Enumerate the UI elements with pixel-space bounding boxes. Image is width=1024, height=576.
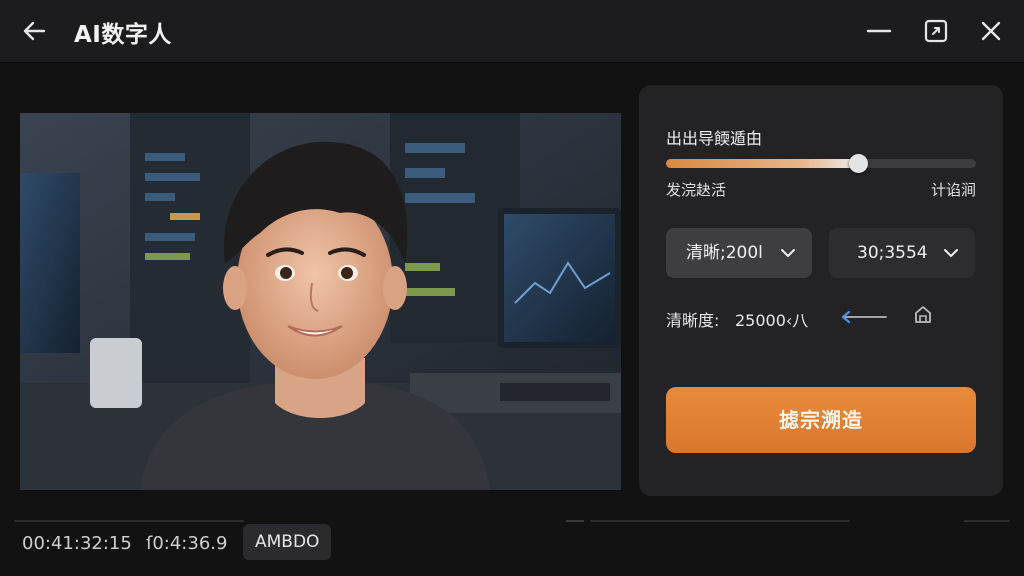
timeline-bar: 00:41:32:15 ſ0:4:36.9 AMBDO: [0, 500, 1024, 576]
bitrate-value: 25000‹八: [735, 311, 809, 330]
timeline-track-right[interactable]: [590, 520, 850, 522]
timeline-track-end: [964, 520, 1010, 522]
resolution-dropdown[interactable]: 清晰;200l: [666, 228, 812, 278]
export-icon[interactable]: [912, 304, 934, 326]
fps-dropdown-value: 30;3554: [857, 243, 928, 263]
audio-tag[interactable]: AMBDO: [243, 524, 332, 560]
chevron-down-icon: [944, 249, 958, 257]
slider-label: 出出导餪遁甶: [666, 129, 763, 148]
bitrate-label: 清晰度:: [666, 311, 720, 330]
timeline-track[interactable]: [14, 520, 244, 522]
quality-slider[interactable]: [666, 154, 976, 173]
resolution-dropdown-value: 清晰;200l: [686, 243, 763, 263]
avatar-preview[interactable]: [20, 113, 621, 490]
fps-dropdown[interactable]: 30;3554: [829, 228, 975, 278]
settings-panel: 出出导餪遁甶 发浣赽活 计谄涧 清晰;200l 30;3554 清晰度: 250…: [639, 85, 1003, 496]
slider-thumb[interactable]: [849, 154, 869, 173]
chevron-down-icon: [781, 249, 795, 257]
generate-button[interactable]: 摅宗溯造: [666, 387, 976, 453]
app-title: AI数字人: [74, 22, 172, 48]
back-arrow-icon[interactable]: [20, 16, 50, 46]
avatar-preview-image: [20, 113, 621, 490]
minimize-icon[interactable]: [864, 16, 894, 46]
current-time: 00:41:32:15: [22, 533, 132, 554]
slider-max-label: 计谄涧: [930, 181, 976, 199]
app-window: AI数字人 出出导餪遁甶 发浣赽活 计谄涧 清晰;200l 30;3554 清晰…: [0, 0, 1024, 576]
title-bar: AI数字人: [0, 0, 1024, 63]
timeline-marker: [566, 520, 584, 522]
close-icon[interactable]: [976, 16, 1006, 46]
slider-fill: [666, 159, 859, 168]
arrow-left-icon[interactable]: [839, 308, 889, 326]
slider-min-label: 发浣赽活: [666, 181, 727, 199]
total-time: ſ0:4:36.9: [146, 533, 228, 554]
restore-icon[interactable]: [921, 16, 951, 46]
